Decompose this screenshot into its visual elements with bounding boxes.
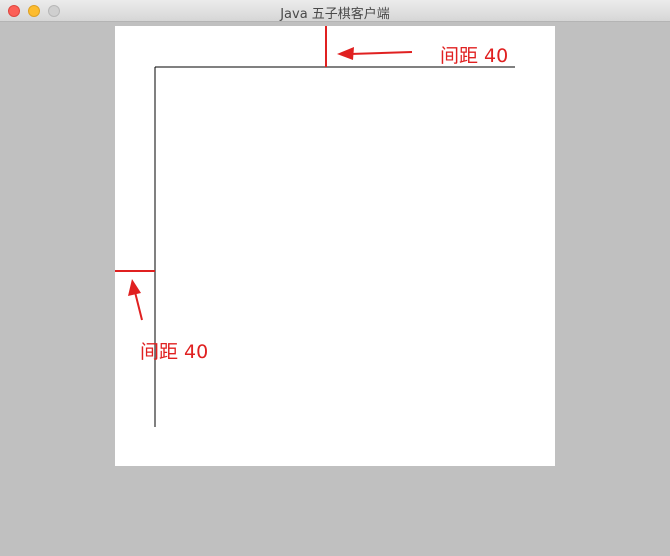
arrow-left-icon xyxy=(337,47,413,60)
top-spacing-label: 间距 40 xyxy=(440,45,509,67)
app-window: Java 五子棋客户端 间距 40 间距 40 xyxy=(0,0,670,556)
arrow-up-icon xyxy=(128,279,143,321)
board-overlay xyxy=(115,26,515,427)
left-spacing-label: 间距 40 xyxy=(140,341,209,363)
